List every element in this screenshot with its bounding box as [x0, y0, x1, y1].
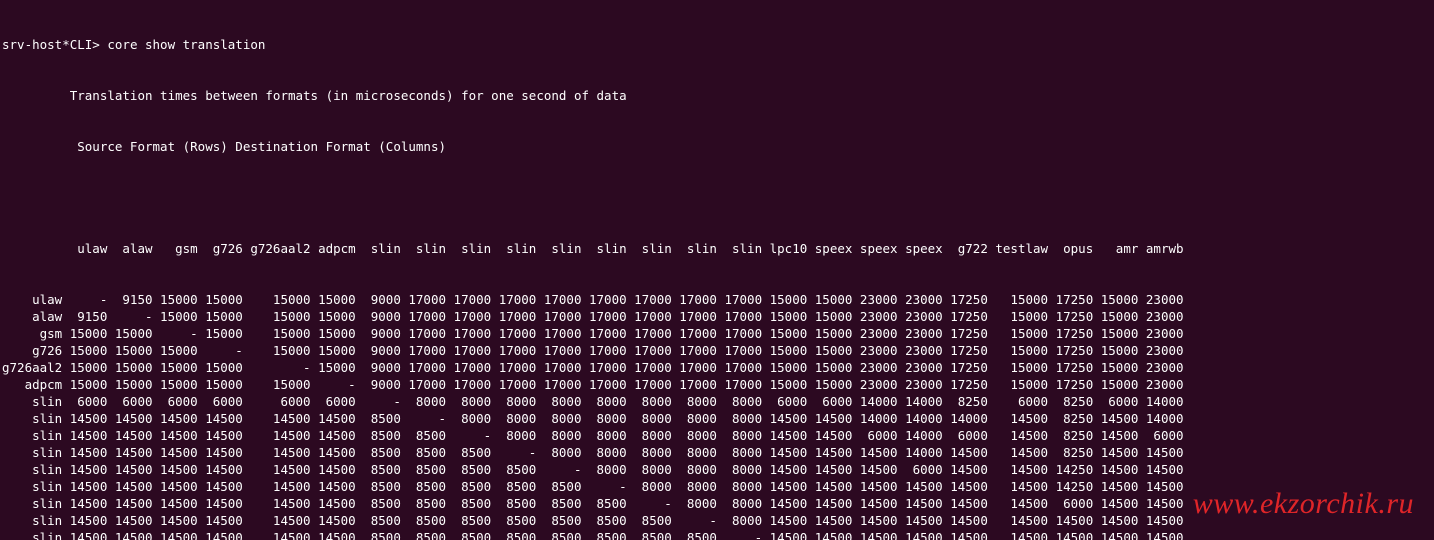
title-line-2: Source Format (Rows) Destination Format … [2, 138, 1434, 155]
table-row: adpcm 15000 15000 15000 15000 15000 - 90… [2, 376, 1434, 393]
table-row: g726 15000 15000 15000 - 15000 15000 900… [2, 342, 1434, 359]
command-text: core show translation [107, 37, 265, 52]
table-row: g726aal2 15000 15000 15000 15000 - 15000… [2, 359, 1434, 376]
table-row: slin 14500 14500 14500 14500 14500 14500… [2, 529, 1434, 540]
prompt-line: srv-host*CLI> core show translation [2, 36, 1434, 53]
table-body: ulaw - 9150 15000 15000 15000 15000 9000… [2, 291, 1434, 540]
cli-prompt: srv-host*CLI> [2, 37, 100, 52]
table-row: slin 14500 14500 14500 14500 14500 14500… [2, 410, 1434, 427]
table-row: slin 14500 14500 14500 14500 14500 14500… [2, 461, 1434, 478]
table-row: gsm 15000 15000 - 15000 15000 15000 9000… [2, 325, 1434, 342]
table-row: alaw 9150 - 15000 15000 15000 15000 9000… [2, 308, 1434, 325]
table-row: slin 6000 6000 6000 6000 6000 6000 - 800… [2, 393, 1434, 410]
terminal-window[interactable]: srv-host*CLI> core show translation Tran… [0, 0, 1434, 540]
table-row: slin 14500 14500 14500 14500 14500 14500… [2, 427, 1434, 444]
table-row: slin 14500 14500 14500 14500 14500 14500… [2, 512, 1434, 529]
table-row: slin 14500 14500 14500 14500 14500 14500… [2, 478, 1434, 495]
table-row: ulaw - 9150 15000 15000 15000 15000 9000… [2, 291, 1434, 308]
table-header-row: ulaw alaw gsm g726 g726aal2 adpcm slin s… [2, 240, 1434, 257]
blank-line [2, 189, 1434, 206]
title-line-1: Translation times between formats (in mi… [2, 87, 1434, 104]
table-row: slin 14500 14500 14500 14500 14500 14500… [2, 495, 1434, 512]
table-row: slin 14500 14500 14500 14500 14500 14500… [2, 444, 1434, 461]
